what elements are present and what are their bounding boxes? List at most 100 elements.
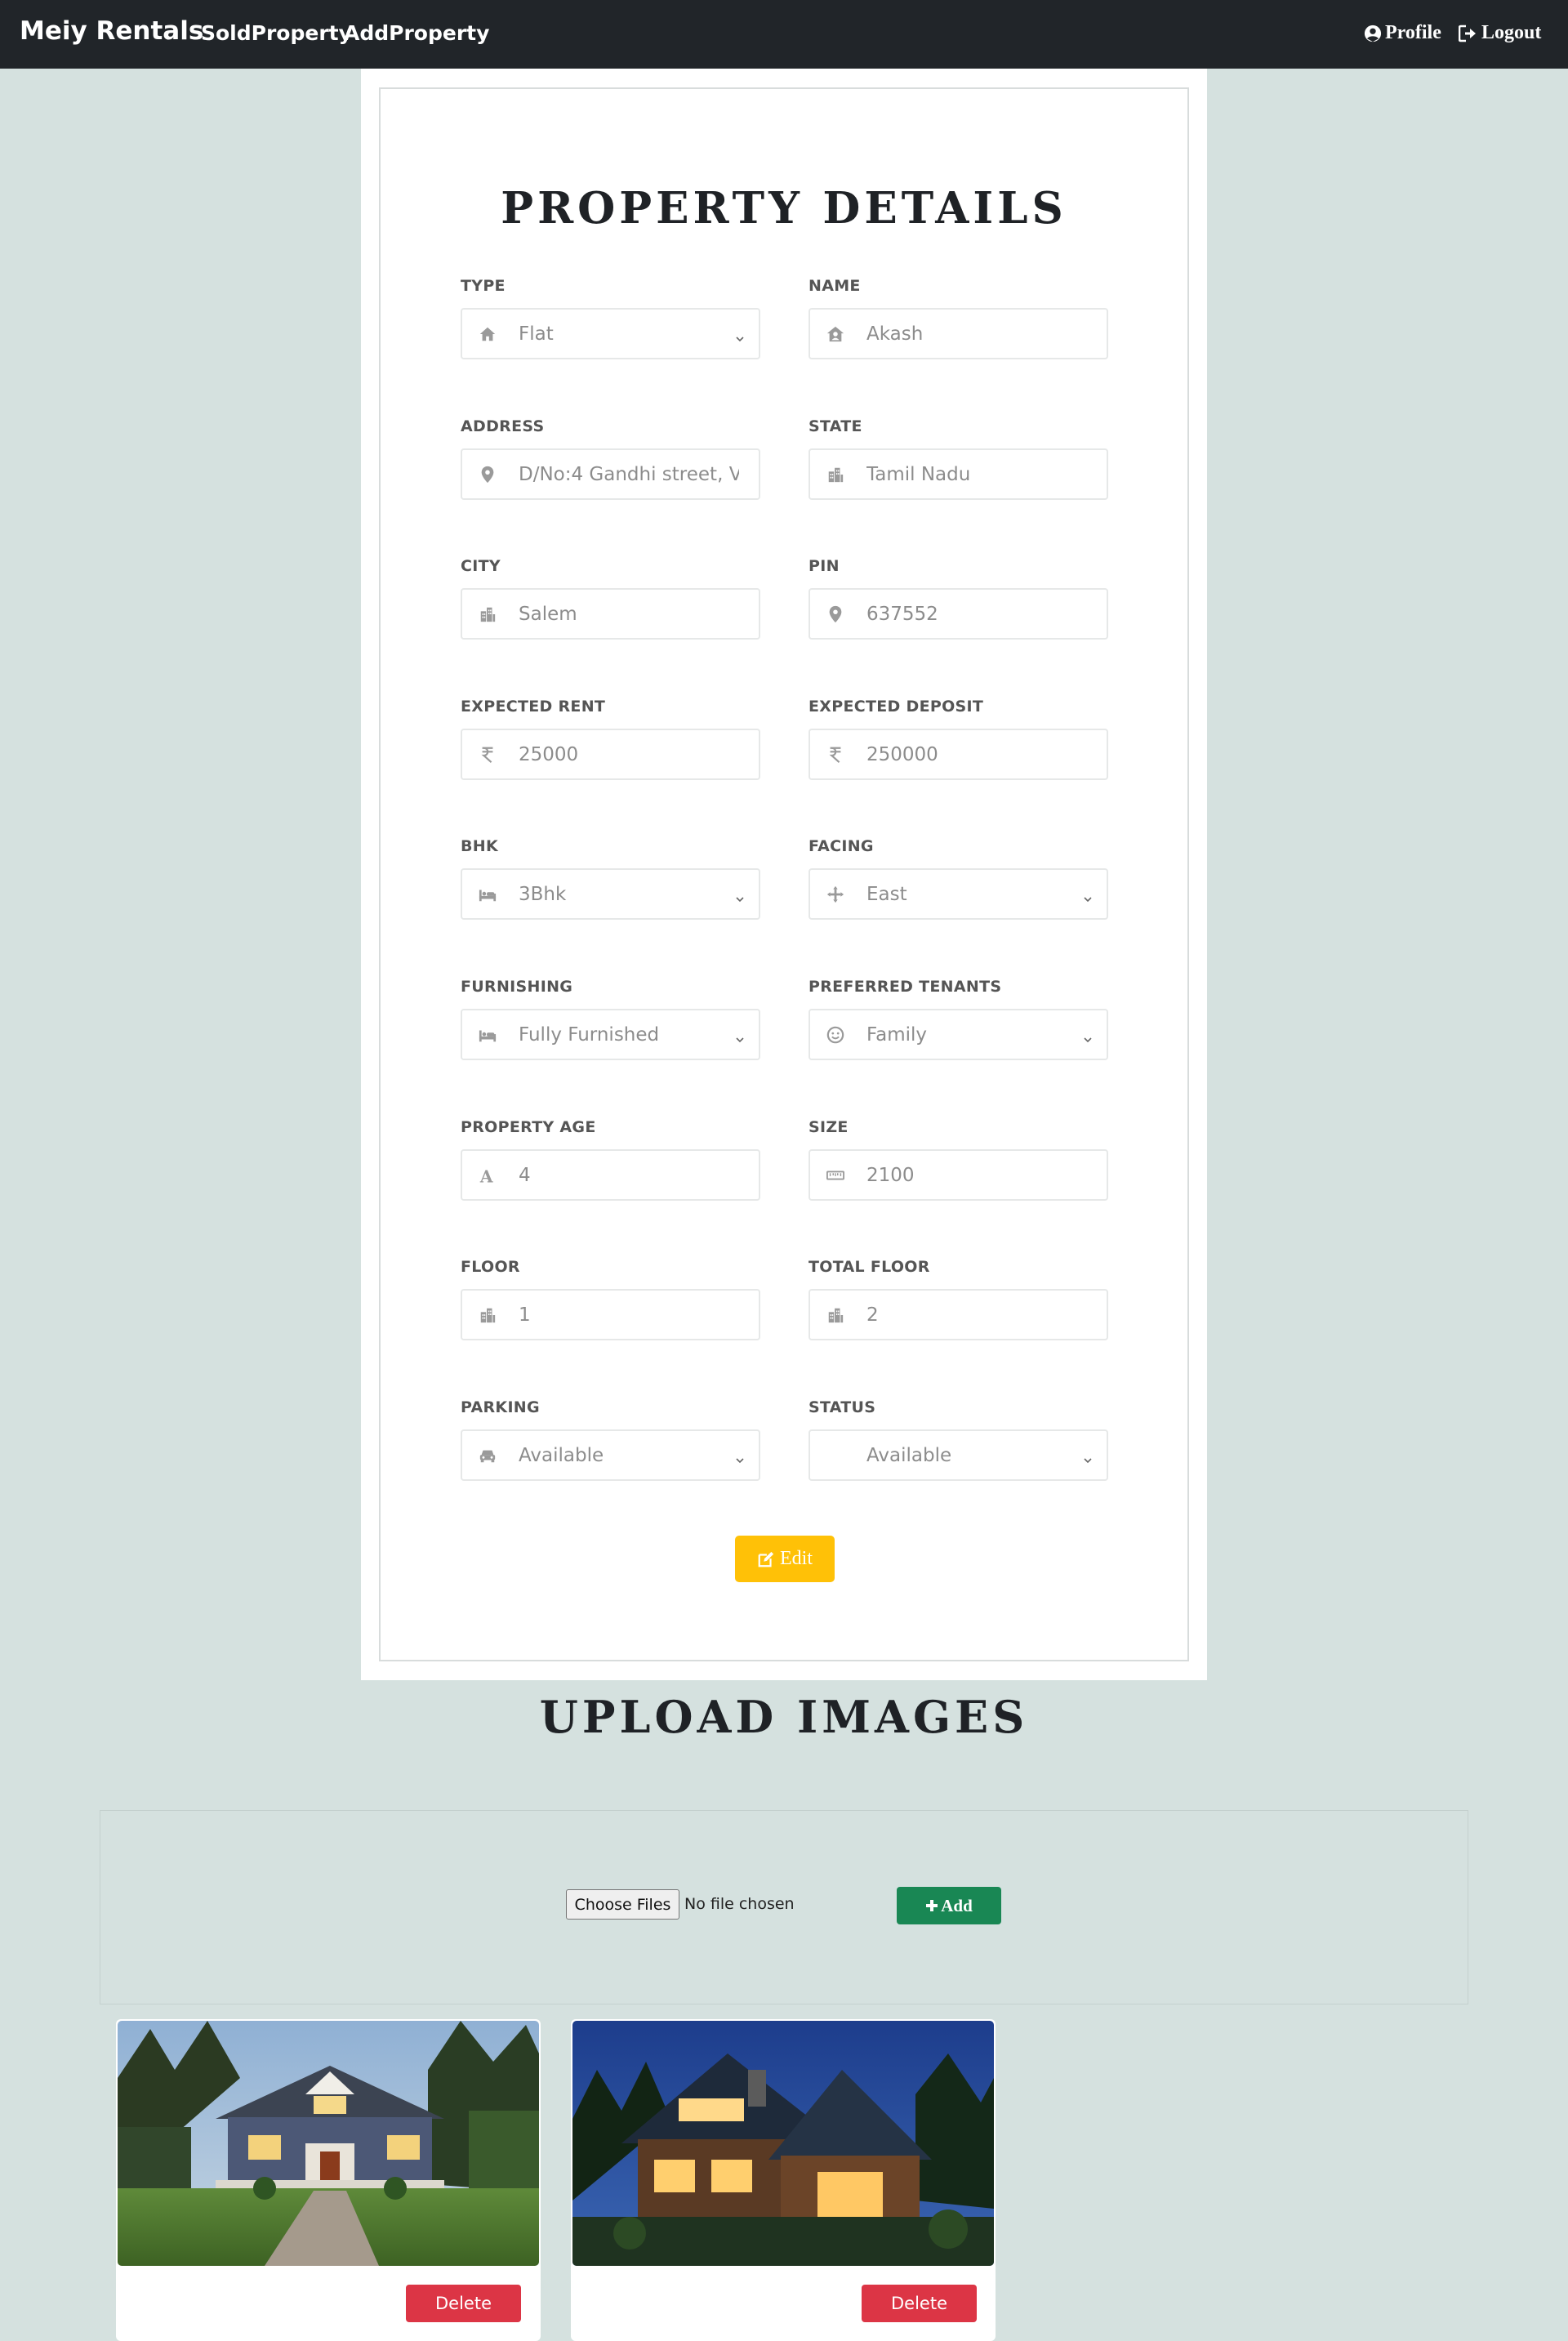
name-input[interactable]: Akash: [808, 308, 1108, 359]
status-select[interactable]: Available: [808, 1429, 1108, 1481]
size-label: SIZE: [808, 1118, 849, 1136]
chevron-down-icon: [736, 1032, 744, 1043]
facing-select[interactable]: East: [808, 868, 1108, 920]
furnishing-field: FURNISHING Fully Furnished: [461, 978, 760, 1060]
total-floor-input[interactable]: 2: [808, 1289, 1108, 1340]
city-icon: [477, 604, 498, 625]
state-input[interactable]: Tamil Nadu: [808, 448, 1108, 500]
bed-icon: [477, 1024, 498, 1046]
bed-icon: [477, 884, 498, 905]
preferred-tenants-label: PREFERRED TENANTS: [808, 978, 1002, 996]
status-label: STATUS: [808, 1398, 876, 1416]
delete-image-button[interactable]: Delete: [862, 2285, 977, 2322]
state-label: STATE: [808, 417, 862, 435]
name-value: Akash: [866, 323, 924, 345]
expected-rent-field: EXPECTED RENT 25000: [461, 698, 760, 780]
total-floor-value: 2: [866, 1304, 879, 1326]
property-age-field: PROPERTY AGE A 4: [461, 1118, 760, 1201]
type-label: TYPE: [461, 277, 506, 295]
chevron-down-icon: [1084, 1032, 1092, 1043]
logout-label: Logout: [1481, 22, 1542, 43]
car-icon: [477, 1445, 498, 1466]
parking-field: PARKING Available: [461, 1398, 760, 1481]
nav-link-sold-property[interactable]: SoldProperty: [201, 21, 352, 45]
name-label: NAME: [808, 277, 861, 295]
expected-rent-label: EXPECTED RENT: [461, 698, 606, 716]
floor-input[interactable]: 1: [461, 1289, 760, 1340]
pin-input[interactable]: 637552: [808, 588, 1108, 640]
choose-files-button[interactable]: Choose Files: [566, 1889, 679, 1920]
name-field: NAME Akash: [808, 277, 1108, 359]
bhk-label: BHK: [461, 837, 499, 855]
preferred-tenants-field: PREFERRED TENANTS Family: [808, 978, 1108, 1060]
total-floor-field: TOTAL FLOOR 2: [808, 1258, 1108, 1340]
status-value: Available: [866, 1445, 952, 1466]
furnishing-value: Fully Furnished: [519, 1024, 660, 1046]
map-pin-icon: [477, 464, 498, 485]
expected-deposit-label: EXPECTED DEPOSIT: [808, 698, 984, 716]
property-age-label: PROPERTY AGE: [461, 1118, 596, 1136]
property-age-input[interactable]: A4: [461, 1149, 760, 1201]
floor-label: FLOOR: [461, 1258, 520, 1276]
user-circle-icon: [1364, 25, 1382, 42]
expected-deposit-value: 250000: [866, 744, 938, 765]
delete-image-button[interactable]: Delete: [406, 2285, 521, 2322]
city-label: CITY: [461, 557, 501, 575]
status-field: STATUS Available: [808, 1398, 1108, 1481]
address-label: ADDRESS: [461, 417, 545, 435]
address-value: D/No:4 Gandhi street, Vell: [519, 464, 739, 485]
brand-logo[interactable]: Meiy Rentals: [20, 16, 203, 46]
nav-link-add-property[interactable]: AddProperty: [344, 21, 489, 45]
profile-link[interactable]: Profile: [1364, 22, 1441, 44]
edit-button[interactable]: Edit: [735, 1536, 835, 1582]
furnishing-label: FURNISHING: [461, 978, 573, 996]
city-icon: [477, 1304, 498, 1326]
chevron-down-icon: [736, 331, 744, 342]
ruler-icon: [825, 1165, 846, 1186]
floor-field: FLOOR 1: [461, 1258, 760, 1340]
letter-a-icon: A: [477, 1165, 498, 1186]
chevron-down-icon: [736, 891, 744, 903]
city-input[interactable]: Salem: [461, 588, 760, 640]
svg-text:A: A: [479, 1166, 493, 1184]
upload-images-title: UPLOAD IMAGES: [539, 1691, 1029, 1743]
preferred-tenants-select[interactable]: Family: [808, 1009, 1108, 1060]
image-card: Delete: [116, 2019, 541, 2341]
compass-arrows-icon: [825, 884, 846, 905]
profile-label: Profile: [1385, 22, 1441, 43]
rupee-icon: [825, 744, 846, 765]
city-icon: [825, 1304, 846, 1326]
size-input[interactable]: 2100: [808, 1149, 1108, 1201]
chevron-down-icon: [1084, 1452, 1092, 1464]
type-select[interactable]: Flat: [461, 308, 760, 359]
add-image-button[interactable]: Add: [897, 1887, 1001, 1924]
logout-link[interactable]: Logout: [1459, 22, 1541, 44]
bhk-field: BHK 3Bhk: [461, 837, 760, 920]
expected-rent-input[interactable]: 25000: [461, 729, 760, 780]
pin-value: 637552: [866, 604, 938, 625]
address-field: ADDRESS D/No:4 Gandhi street, Vell: [461, 417, 760, 500]
smile-icon: [825, 1024, 846, 1046]
address-input[interactable]: D/No:4 Gandhi street, Vell: [461, 448, 760, 500]
map-pin-icon: [825, 604, 846, 625]
property-photo-modern-cabin: [572, 2021, 994, 2266]
plus-icon: [926, 1900, 938, 1911]
pin-field: PIN 637552: [808, 557, 1108, 640]
city-value: Salem: [519, 604, 577, 625]
city-icon: [825, 464, 846, 485]
home-icon: [477, 323, 498, 345]
expected-deposit-input[interactable]: 250000: [808, 729, 1108, 780]
sign-out-icon: [1459, 25, 1476, 42]
navbar: Meiy Rentals SoldProperty AddProperty Pr…: [0, 0, 1568, 69]
bhk-select[interactable]: 3Bhk: [461, 868, 760, 920]
property-photo-craftsman-house: [118, 2021, 539, 2266]
chevron-down-icon: [1084, 891, 1092, 903]
size-value: 2100: [866, 1165, 915, 1186]
parking-select[interactable]: Available: [461, 1429, 760, 1481]
image-card: Delete: [571, 2019, 996, 2341]
furnishing-select[interactable]: Fully Furnished: [461, 1009, 760, 1060]
house-user-icon: [825, 323, 846, 345]
size-field: SIZE 2100: [808, 1118, 1108, 1201]
type-field: TYPE Flat: [461, 277, 760, 359]
expected-deposit-field: EXPECTED DEPOSIT 250000: [808, 698, 1108, 780]
